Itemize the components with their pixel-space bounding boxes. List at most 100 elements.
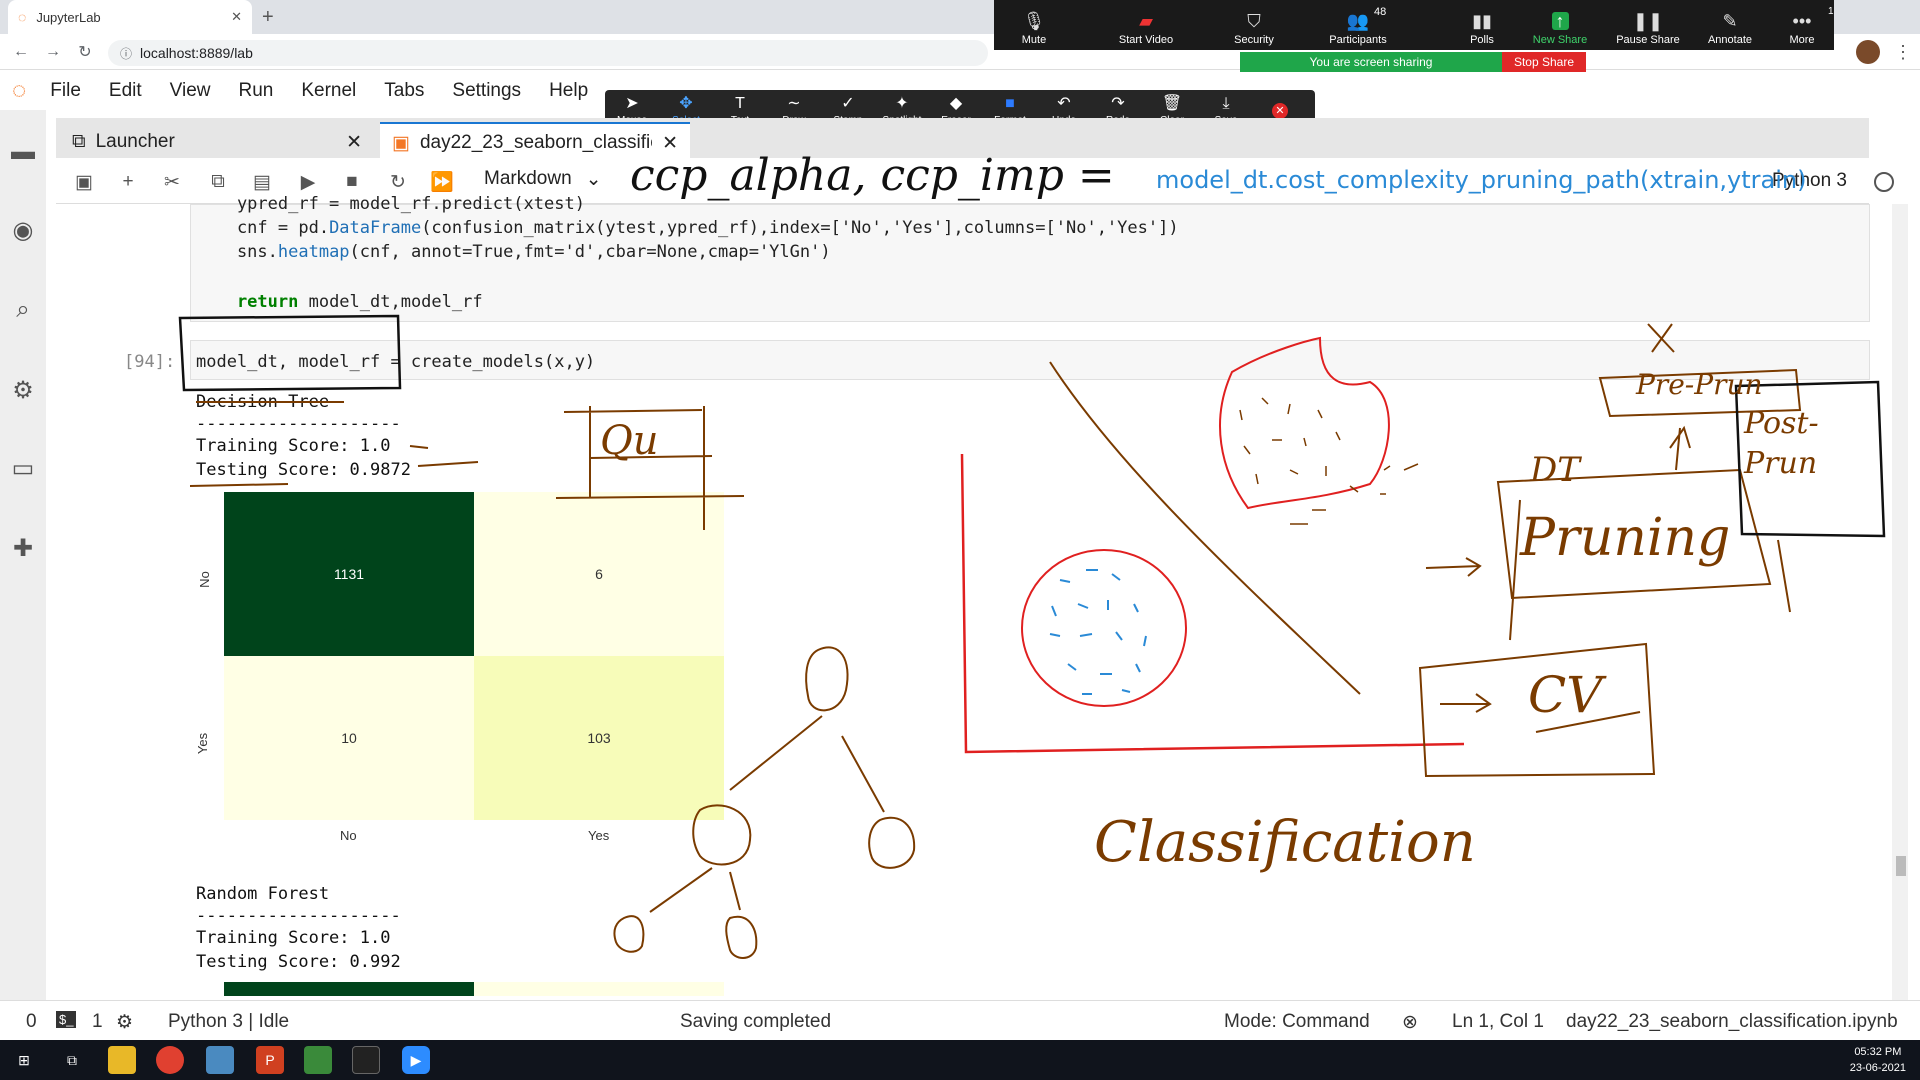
close-icon[interactable]: ✕ [346, 131, 362, 154]
microphone-icon: 🎙 [1022, 11, 1046, 31]
mode-status[interactable]: Mode: Command [1224, 1011, 1370, 1033]
profile-avatar[interactable] [1856, 40, 1880, 64]
menu-help[interactable]: Help [549, 80, 588, 102]
heatmap-col-label: No [340, 828, 357, 843]
share-screen-icon: ↑ [1551, 12, 1569, 30]
tab-launcher[interactable]: ⧉ Launcher ✕ [60, 122, 374, 162]
cut-icon[interactable]: ✂ [160, 170, 184, 194]
handwriting-pre-prun: Pre-Prun [1636, 368, 1763, 401]
menu-kernel[interactable]: Kernel [301, 80, 356, 102]
cell-prompt: [94]: [124, 352, 176, 372]
text-icon: T [735, 95, 745, 112]
copy-icon[interactable]: ⧉ [206, 170, 230, 194]
scrollbar[interactable] [1892, 204, 1908, 1000]
heatmap-cell [474, 982, 724, 996]
reload-icon[interactable]: ↻ [76, 43, 94, 61]
close-circle-icon: ✕ [1272, 103, 1288, 119]
cursor-icon: ➤ [625, 95, 639, 112]
new-share-button[interactable]: ↑ New Share [1520, 4, 1600, 48]
handwriting-dt: DT [1530, 450, 1580, 490]
handwriting-ccp: ccp_alpha, ccp_imp = [630, 150, 1115, 201]
handwriting-cv: CV [1528, 666, 1603, 724]
code-line: sns.heatmap(cnf, annot=True,fmt='d',cbar… [196, 242, 831, 262]
annotate-button[interactable]: ✎ Annotate [1690, 4, 1770, 48]
kernel-status-icon [1874, 172, 1894, 192]
forward-icon[interactable]: → [44, 43, 62, 61]
fast-forward-icon[interactable]: ⏩ [430, 170, 454, 194]
bug-icon[interactable]: ⊗ [1402, 1011, 1418, 1034]
paste-icon[interactable]: ▤ [250, 170, 274, 194]
tabs-icon[interactable]: ▭ [9, 454, 37, 482]
screen-sharing-banner: You are screen sharing [1240, 52, 1502, 72]
running-icon[interactable]: ◉ [9, 216, 37, 244]
folder-icon[interactable]: ▬ [9, 138, 37, 166]
tab-notebook-label: day22_23_seaborn_classificat [419, 132, 653, 153]
cursor-position[interactable]: Ln 1, Col 1 [1452, 1011, 1544, 1033]
security-button[interactable]: ⛉ Security [1214, 4, 1294, 48]
restart-icon[interactable]: ↻ [386, 170, 410, 194]
terminal-app-icon[interactable] [352, 1046, 380, 1074]
info-icon: ⓘ [120, 46, 133, 61]
output-text: Decision Tree [196, 392, 330, 412]
undo-icon: ↶ [1057, 95, 1071, 112]
pause-share-button[interactable]: ❚❚ Pause Share [1608, 4, 1688, 48]
start-video-button[interactable]: ▰ Start Video [1106, 4, 1186, 48]
chrome-icon[interactable] [156, 1046, 184, 1074]
output-text: Training Score: 1.0 [196, 436, 391, 456]
jupyter-favicon-icon: ◌ [18, 9, 27, 25]
property-inspector-icon[interactable]: ⚙ [9, 376, 37, 404]
video-off-icon: ▰ [1139, 11, 1153, 31]
new-tab-button[interactable]: + [262, 6, 274, 29]
participants-icon: 👥 [1346, 11, 1370, 31]
notepad-icon[interactable] [304, 1046, 332, 1074]
output-text: Testing Score: 0.992 [196, 952, 401, 972]
heatmap-cell: 10 [224, 656, 474, 820]
stamp-icon: ✓ [841, 95, 855, 112]
close-tab-icon[interactable]: ✕ [231, 9, 242, 25]
menu-file[interactable]: File [50, 80, 81, 102]
draw-icon: ∼ [787, 95, 801, 112]
commands-icon[interactable]: ⌕ [9, 296, 37, 324]
file-explorer-icon[interactable] [108, 1046, 136, 1074]
terminal-count: 1 [92, 1011, 103, 1032]
run-icon[interactable]: ▶ [296, 170, 320, 194]
menu-run[interactable]: Run [238, 80, 273, 102]
menu-edit[interactable]: Edit [109, 80, 142, 102]
spotlight-icon: ✦ [895, 95, 909, 112]
file-name: day22_23_seaborn_classification.ipynb [1566, 1011, 1898, 1032]
add-cell-icon[interactable]: + [116, 170, 140, 194]
browser-tab-title: JupyterLab [36, 9, 101, 25]
task-view-icon[interactable]: ⧉ [58, 1046, 86, 1074]
extensions-icon[interactable]: ✚ [9, 534, 37, 562]
menu-settings[interactable]: Settings [452, 80, 521, 102]
heatmap-cell: 1131 [224, 492, 474, 656]
polls-button[interactable]: ▮▮ Polls [1442, 4, 1522, 48]
kernel-status[interactable]: Python 3 | Idle [168, 1011, 289, 1033]
menu-view[interactable]: View [170, 80, 211, 102]
stop-share-button[interactable]: Stop Share [1502, 52, 1586, 72]
powerpoint-icon[interactable]: P [256, 1046, 284, 1074]
browser-tab[interactable]: ◌ JupyterLab ✕ [8, 0, 252, 34]
app-icon[interactable] [206, 1046, 234, 1074]
cell-type-select[interactable]: Markdown ⌄ [484, 168, 602, 191]
stop-icon[interactable]: ■ [340, 170, 364, 194]
save-icon[interactable]: ▣ [72, 170, 96, 194]
pause-icon: ❚❚ [1632, 11, 1664, 31]
handwriting-pruning: Pruning [1520, 508, 1731, 568]
windows-start-icon[interactable]: ⊞ [10, 1046, 38, 1074]
scrollbar-thumb[interactable] [1896, 856, 1906, 876]
url-field[interactable]: ⓘ localhost:8889/lab [108, 40, 988, 66]
heatmap-row-label: Yes [195, 732, 211, 755]
trash-icon: 🗑 [1161, 95, 1183, 112]
mute-button[interactable]: 🎙 Mute [994, 4, 1074, 48]
taskbar-clock[interactable]: 05:32 PM 23-06-2021 [1850, 1044, 1906, 1076]
heatmap-col-label: Yes [588, 828, 610, 843]
back-icon[interactable]: ← [12, 43, 30, 61]
status-bar: 0 $_ 1 ⚙ Python 3 | Idle Saving complete… [0, 1000, 1920, 1040]
code-line: return model_dt,model_rf [196, 292, 483, 312]
heatmap-row-label: No [196, 571, 212, 588]
zoom-app-icon[interactable]: ▶ [402, 1046, 430, 1074]
menu-tabs[interactable]: Tabs [384, 80, 424, 102]
browser-menu-icon[interactable]: ⋮ [1894, 42, 1912, 63]
more-dots-icon: ••• [1792, 11, 1812, 31]
